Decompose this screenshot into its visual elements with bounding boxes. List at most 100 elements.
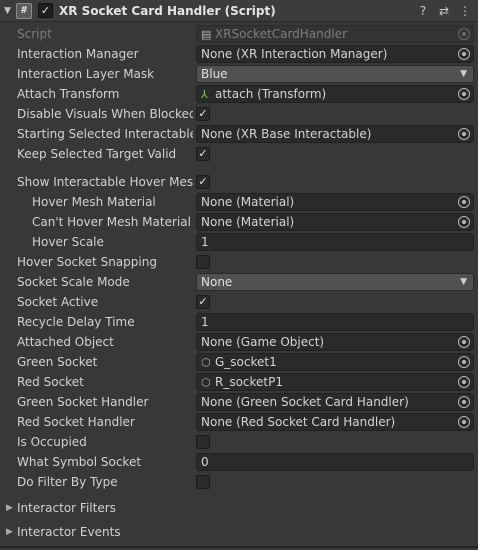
disable-visuals-row: Disable Visuals When Blocked In ✓ <box>0 104 478 124</box>
socket-active-checkbox[interactable]: ✓ <box>196 295 210 309</box>
attach-transform-row: Attach Transform ⅄ attach (Transform) <box>0 84 478 104</box>
help-icon[interactable]: ? <box>416 3 430 19</box>
fold-closed-icon: ▶ <box>6 527 13 537</box>
cant-hover-mesh-material-field[interactable]: None (Material) <box>196 213 474 231</box>
socket-active-label: Socket Active <box>17 295 99 309</box>
script-icon: # <box>16 2 32 19</box>
recycle-delay-time-row: Recycle Delay Time 1 <box>0 312 478 332</box>
object-picker-icon[interactable] <box>458 48 470 60</box>
attached-object-value: None (Game Object) <box>201 335 325 349</box>
interactor-events-label: Interactor Events <box>17 525 121 539</box>
show-hover-mesh-row: Show Interactable Hover Meshes ✓ <box>0 172 478 192</box>
attached-object-field[interactable]: None (Game Object) <box>196 333 474 351</box>
interactor-filters-foldout[interactable]: ▶ Interactor Filters <box>0 497 478 519</box>
dropdown-caret-icon: ▼ <box>460 277 467 287</box>
do-filter-by-type-checkbox[interactable] <box>196 475 210 489</box>
hover-scale-input[interactable]: 1 <box>196 233 474 251</box>
interaction-manager-value: None (XR Interaction Manager) <box>201 47 388 61</box>
component-title: XR Socket Card Handler (Script) <box>59 3 276 18</box>
interaction-layer-mask-label: Interaction Layer Mask <box>17 67 155 81</box>
attached-object-label: Attached Object <box>17 335 114 349</box>
red-socket-label: Red Socket <box>17 375 84 389</box>
script-file-icon: ▤ <box>201 28 212 41</box>
is-occupied-label: Is Occupied <box>17 435 87 449</box>
what-symbol-socket-row: What Symbol Socket 0 <box>0 452 478 472</box>
red-socket-handler-label: Red Socket Handler <box>17 415 135 429</box>
cant-hover-mesh-material-row: Can't Hover Mesh Material None (Material… <box>0 212 478 232</box>
object-picker-icon[interactable] <box>458 356 470 368</box>
component-header[interactable]: ▼ # ✓ XR Socket Card Handler (Script) ? … <box>0 0 478 22</box>
hover-scale-row: Hover Scale 1 <box>0 232 478 252</box>
recycle-delay-time-label: Recycle Delay Time <box>17 315 135 329</box>
attach-transform-value: attach (Transform) <box>215 87 327 101</box>
object-picker-icon[interactable] <box>458 196 470 208</box>
fold-closed-icon: ▶ <box>6 503 13 513</box>
object-picker-icon[interactable] <box>458 216 470 228</box>
attach-transform-field[interactable]: ⅄ attach (Transform) <box>196 85 474 103</box>
gameobject-icon: ⬡ <box>201 376 211 389</box>
keep-selected-label: Keep Selected Target Valid <box>17 147 177 161</box>
object-picker-icon[interactable] <box>458 416 470 428</box>
transform-icon: ⅄ <box>201 88 208 101</box>
attach-transform-label: Attach Transform <box>17 87 120 101</box>
dropdown-caret-icon: ▼ <box>460 69 467 79</box>
keep-selected-checkbox[interactable]: ✓ <box>196 147 210 161</box>
hover-mesh-material-row: Hover Mesh Material None (Material) <box>0 192 478 212</box>
red-socket-handler-value: None (Red Socket Card Handler) <box>201 415 396 429</box>
interaction-layer-mask-dropdown[interactable]: Blue ▼ <box>196 65 474 83</box>
object-picker-icon[interactable] <box>458 376 470 388</box>
recycle-delay-time-value: 1 <box>201 315 209 329</box>
red-socket-field[interactable]: ⬡ R_socketP1 <box>196 373 474 391</box>
hover-mesh-material-field[interactable]: None (Material) <box>196 193 474 211</box>
component-divider <box>0 546 478 548</box>
green-socket-handler-field[interactable]: None (Green Socket Card Handler) <box>196 393 474 411</box>
green-socket-handler-row: Green Socket Handler None (Green Socket … <box>0 392 478 412</box>
recycle-delay-time-input[interactable]: 1 <box>196 313 474 331</box>
socket-scale-mode-value: None <box>201 275 233 289</box>
object-picker-icon[interactable] <box>458 88 470 100</box>
starting-selected-field[interactable]: None (XR Base Interactable) <box>196 125 474 143</box>
starting-selected-label: Starting Selected Interactable <box>17 127 193 141</box>
green-socket-handler-label: Green Socket Handler <box>17 395 149 409</box>
socket-scale-mode-label: Socket Scale Mode <box>17 275 130 289</box>
interaction-manager-label: Interaction Manager <box>17 47 139 61</box>
hover-scale-label: Hover Scale <box>32 235 104 249</box>
interaction-layer-mask-value: Blue <box>201 67 228 81</box>
context-menu-icon[interactable]: ⋮ <box>458 3 472 19</box>
object-picker-icon <box>458 28 470 40</box>
presets-icon[interactable]: ⇄ <box>437 3 451 19</box>
header-tools: ? ⇄ ⋮ <box>416 3 472 19</box>
is-occupied-row: Is Occupied <box>0 432 478 452</box>
attached-object-row: Attached Object None (Game Object) <box>0 332 478 352</box>
what-symbol-socket-value: 0 <box>201 455 209 469</box>
fold-arrow-icon[interactable]: ▼ <box>4 6 14 16</box>
hover-mesh-material-value: None (Material) <box>201 195 295 209</box>
green-socket-value: G_socket1 <box>215 355 277 369</box>
script-row: Script ▤ XRSocketCardHandler <box>0 24 478 44</box>
starting-selected-value: None (XR Base Interactable) <box>201 127 372 141</box>
script-field: ▤ XRSocketCardHandler <box>196 25 474 43</box>
green-socket-row: Green Socket ⬡ G_socket1 <box>0 352 478 372</box>
component-enabled-checkbox[interactable]: ✓ <box>38 3 53 18</box>
cant-hover-mesh-material-value: None (Material) <box>201 215 295 229</box>
object-picker-icon[interactable] <box>458 336 470 348</box>
red-socket-handler-field[interactable]: None (Red Socket Card Handler) <box>196 413 474 431</box>
do-filter-by-type-row: Do Filter By Type <box>0 472 478 492</box>
what-symbol-socket-input[interactable]: 0 <box>196 453 474 471</box>
is-occupied-checkbox[interactable] <box>196 435 210 449</box>
script-value: XRSocketCardHandler <box>215 27 348 41</box>
hover-scale-value: 1 <box>201 235 209 249</box>
interaction-manager-field[interactable]: None (XR Interaction Manager) <box>196 45 474 63</box>
green-socket-field[interactable]: ⬡ G_socket1 <box>196 353 474 371</box>
green-socket-label: Green Socket <box>17 355 98 369</box>
interactor-events-foldout[interactable]: ▶ Interactor Events <box>0 521 478 543</box>
red-socket-row: Red Socket ⬡ R_socketP1 <box>0 372 478 392</box>
object-picker-icon[interactable] <box>458 396 470 408</box>
disable-visuals-checkbox[interactable]: ✓ <box>196 107 210 121</box>
hover-mesh-material-label: Hover Mesh Material <box>32 195 156 209</box>
show-hover-mesh-checkbox[interactable]: ✓ <box>196 175 210 189</box>
object-picker-icon[interactable] <box>458 128 470 140</box>
socket-scale-mode-dropdown[interactable]: None ▼ <box>196 273 474 291</box>
hover-socket-snapping-checkbox[interactable] <box>196 255 210 269</box>
gameobject-icon: ⬡ <box>201 356 211 369</box>
